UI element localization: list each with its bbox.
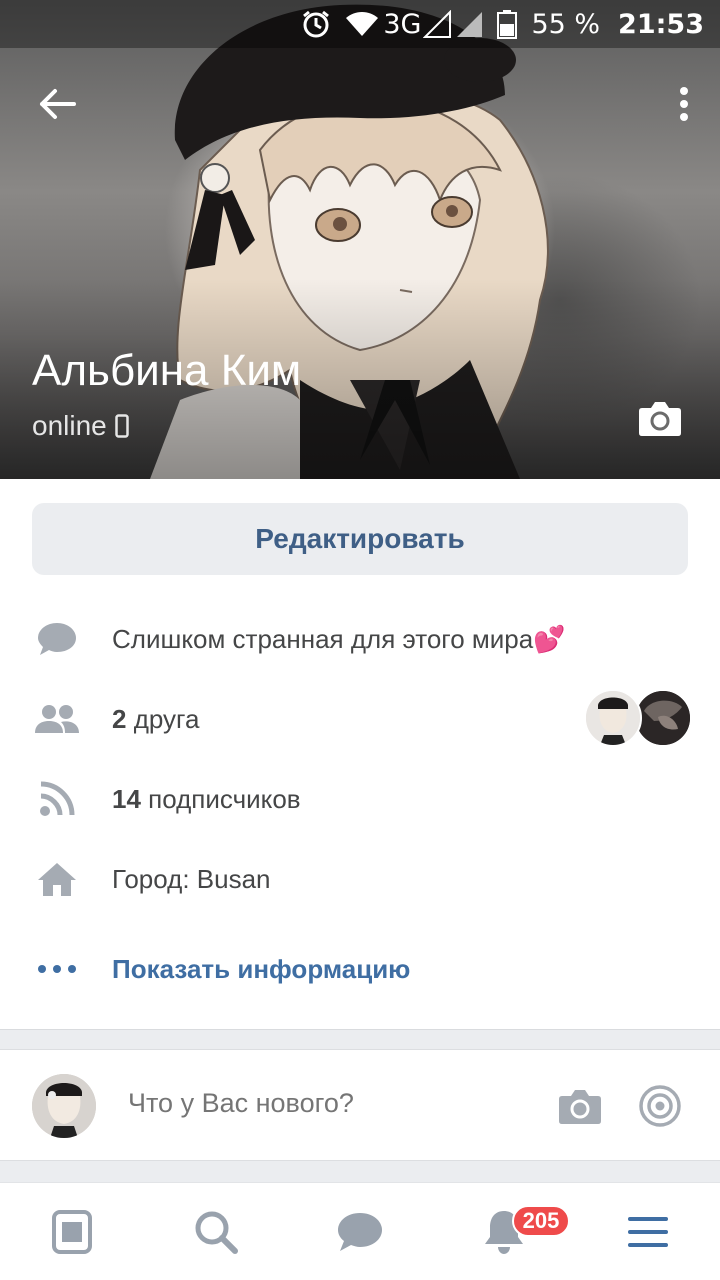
menu-icon	[628, 1217, 668, 1247]
friend-avatar[interactable]	[584, 689, 642, 747]
camera-icon[interactable]	[558, 1086, 602, 1126]
new-post-input[interactable]	[128, 1088, 528, 1119]
status-row[interactable]: Слишком странная для этого мира💕	[0, 604, 720, 674]
post-composer[interactable]	[0, 1049, 720, 1161]
friends-avatars[interactable]	[584, 689, 692, 747]
home-icon	[34, 856, 80, 902]
city-row: Город: Busan	[0, 844, 720, 914]
newsfeed-icon	[52, 1210, 92, 1254]
nav-menu[interactable]	[598, 1183, 698, 1280]
status-text: Слишком странная для этого мира💕	[112, 623, 566, 654]
more-options-button[interactable]	[668, 80, 700, 128]
followers-text: 14 подписчиков	[112, 784, 301, 815]
followers-word: подписчиков	[148, 783, 301, 814]
online-status: online	[32, 410, 129, 442]
friends-count: 2	[112, 703, 127, 734]
back-arrow-icon	[40, 89, 76, 119]
city-text: Город: Busan	[112, 863, 271, 894]
notifications-badge: 205	[512, 1205, 570, 1237]
friends-text: 2 друга	[112, 704, 199, 735]
status-bar: 3G 55 % 21:53	[0, 0, 720, 48]
signal-icon-2	[455, 10, 483, 38]
live-broadcast-icon[interactable]	[638, 1084, 682, 1128]
followers-count: 14	[112, 783, 141, 814]
followers-row[interactable]: 14 подписчиков	[0, 764, 720, 834]
messages-icon	[338, 1213, 382, 1251]
bottom-navigation	[0, 1182, 720, 1280]
profile-name: Альбина Ким	[32, 346, 302, 395]
nav-messages[interactable]	[310, 1183, 410, 1280]
more-horizontal-icon	[34, 946, 80, 992]
search-icon	[195, 1211, 238, 1254]
back-button[interactable]	[30, 80, 84, 128]
rss-feed-icon	[34, 776, 80, 822]
show-info-link[interactable]: Показать информацию	[112, 954, 410, 985]
profile-cover	[0, 0, 720, 479]
speech-bubble-icon	[34, 616, 80, 662]
signal-icon	[423, 10, 452, 38]
change-cover-camera-icon[interactable]	[638, 400, 682, 438]
wifi-icon	[345, 10, 379, 38]
online-label: online	[32, 410, 107, 441]
network-type: 3G	[383, 8, 422, 40]
show-info-row[interactable]: Показать информацию	[0, 934, 720, 1004]
edit-profile-button[interactable]: Редактировать	[32, 503, 688, 575]
alarm-icon	[301, 9, 331, 39]
avatar[interactable]	[32, 1074, 96, 1138]
friends-icon	[34, 696, 80, 742]
mobile-phone-icon	[114, 414, 129, 438]
more-vertical-icon	[680, 87, 688, 121]
profile-info-card: Редактировать Слишком странная для этого…	[0, 479, 720, 1030]
clock: 21:53	[618, 8, 704, 40]
nav-search[interactable]	[166, 1183, 266, 1280]
battery-level: 55 %	[531, 8, 601, 40]
friend-avatar[interactable]	[634, 689, 692, 747]
friends-word: друга	[133, 703, 200, 734]
nav-news[interactable]	[22, 1183, 122, 1280]
battery-icon	[497, 9, 518, 39]
